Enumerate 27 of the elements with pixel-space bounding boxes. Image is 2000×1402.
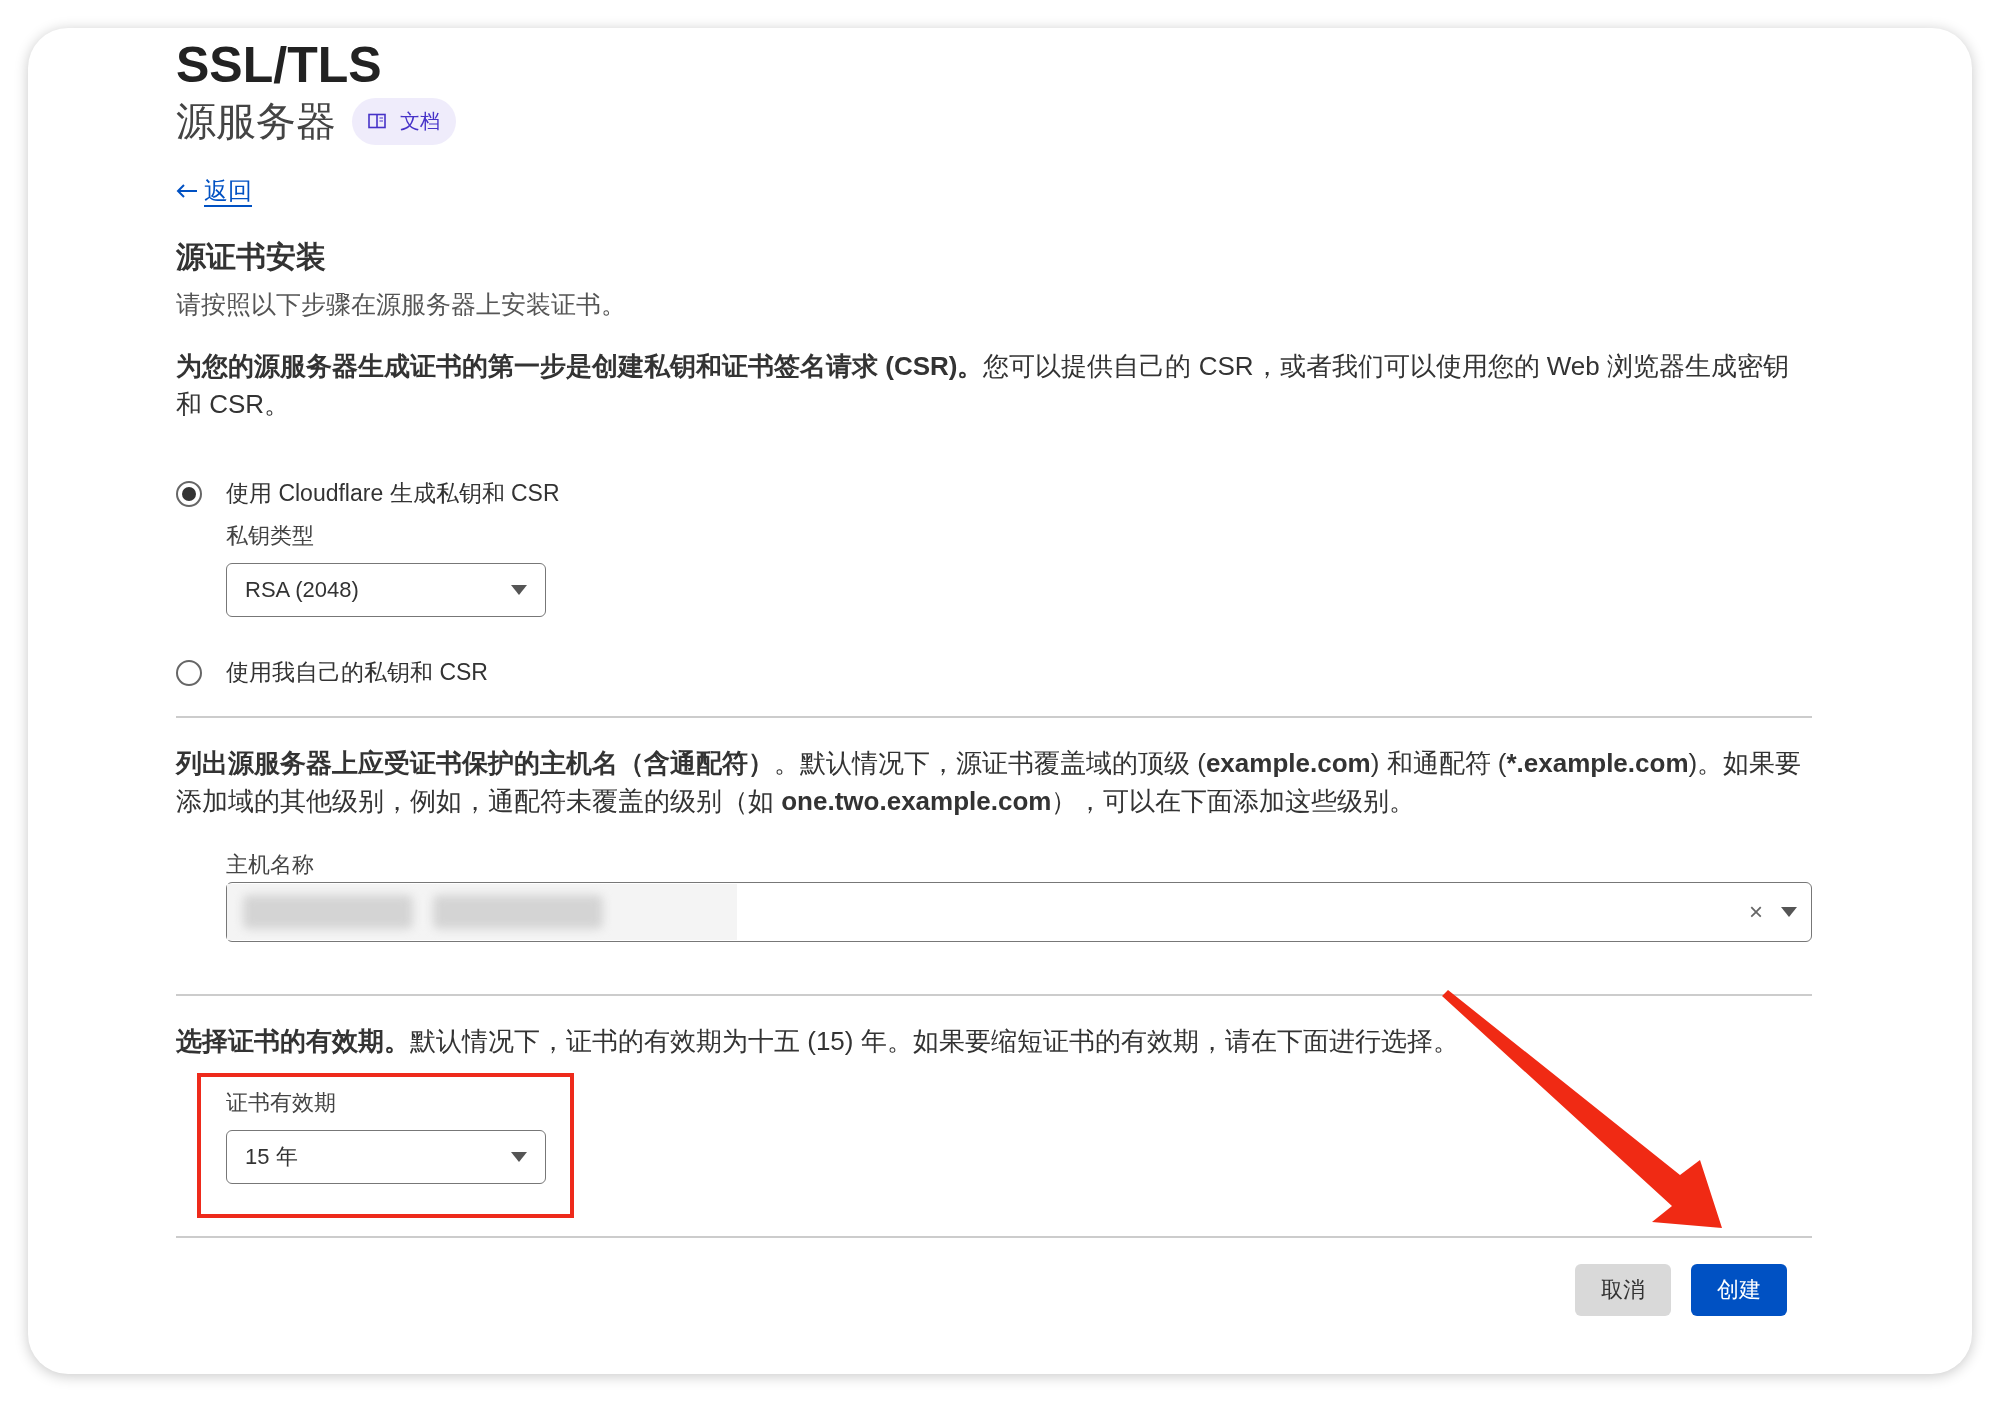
section-title: 源证书安装 xyxy=(176,239,327,275)
field-label: 证书有效期 xyxy=(226,1089,337,1117)
hostnames-field[interactable]: × xyxy=(226,882,1812,942)
hostnames-intro-text: 列出源服务器上应受证书保护的主机名（含通配符）。默认情况下，源证书覆盖域的顶级 (example.com) 和通配符 (*.example.com)。如果要添加域的其他级别，例如，通配符未覆盖的级别（如 one.two.example.com），可以在下面添加这些级别。 xyxy=(176,747,1803,818)
radio-button[interactable] xyxy=(176,659,202,686)
caret-icon xyxy=(1781,907,1797,917)
section-description: 请按照以下步骤在源服务器上安装证书。 xyxy=(176,289,627,320)
back-arrow-icon xyxy=(176,183,198,199)
caret-icon xyxy=(511,1152,527,1162)
field-label: 主机名称 xyxy=(226,851,315,879)
caret-icon xyxy=(511,585,527,595)
validity-select[interactable]: 15 年 xyxy=(226,1130,546,1184)
book-icon xyxy=(368,113,386,129)
radio-button[interactable] xyxy=(176,480,202,507)
key-type-select[interactable]: RSA (2048) xyxy=(226,563,546,617)
page-subtitle: 源服务器 xyxy=(176,98,336,145)
docs-link[interactable]: 文档 xyxy=(352,97,456,145)
create-button[interactable]: 创建 xyxy=(1691,1264,1787,1316)
validity-intro-text: 选择证书的有效期。默认情况下，证书的有效期为十五 (15) 年。如果要缩短证书的有效期，请在下面进行选择。 xyxy=(176,1025,1460,1058)
page-title: SSL/TLS xyxy=(176,38,383,93)
field-label: 私钥类型 xyxy=(226,522,315,550)
radio-label[interactable]: 使用我自己的私钥和 CSR xyxy=(226,657,488,688)
clear-icon[interactable]: × xyxy=(1749,898,1763,926)
csr-intro-text: 为您的源服务器生成证书的第一步是创建私钥和证书签名请求 (CSR)。您可以提供自己的 CSR，或者我们可以使用您的 Web 浏览器生成密钥和 CSR。 xyxy=(176,350,1790,421)
radio-label[interactable]: 使用 Cloudflare 生成私钥和 CSR xyxy=(226,478,560,509)
back-link[interactable]: 返回 xyxy=(204,175,252,207)
cancel-button[interactable]: 取消 xyxy=(1575,1264,1671,1316)
